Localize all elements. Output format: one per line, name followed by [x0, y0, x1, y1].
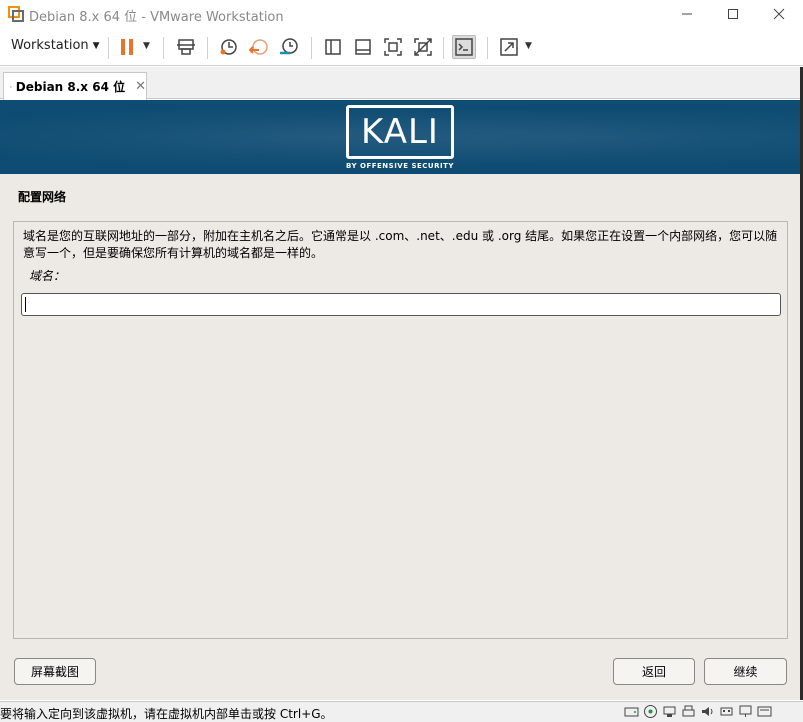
view-thumbnail-icon	[355, 39, 371, 55]
snapshot-manager-icon	[280, 38, 298, 55]
toolbar-separator	[163, 37, 164, 59]
tab-label: Debian 8.x 64 位	[15, 80, 126, 94]
tab-debian-vm[interactable]: Debian 8.x 64 位 ✕	[3, 72, 147, 100]
revert-snapshot-icon	[249, 39, 268, 55]
view-sidebar-button[interactable]	[321, 35, 345, 59]
snapshot-manager-button[interactable]	[277, 35, 301, 59]
close-tab-icon[interactable]: ✕	[135, 79, 146, 94]
kali-logo: KALI	[346, 105, 454, 159]
unity-button[interactable]	[411, 35, 435, 59]
revert-snapshot-button[interactable]	[247, 35, 271, 59]
network-adapter-icon[interactable]	[662, 704, 677, 719]
stretch-dropdown-icon[interactable]: ▼	[525, 41, 532, 51]
view-sidebar-icon	[325, 39, 341, 55]
status-message: 要将输入定向到该虚拟机，请在虚拟机内部单击或按 Ctrl+G。	[0, 707, 333, 721]
device-icons	[624, 704, 772, 719]
kali-logo-text: KALI	[361, 112, 439, 152]
vm-icon	[10, 85, 12, 88]
toolbar-separator	[311, 37, 312, 59]
kali-banner: KALI BY OFFENSIVE SECURITY	[0, 100, 800, 174]
unity-icon	[414, 38, 432, 56]
cd-rom-icon[interactable]	[643, 704, 658, 719]
snapshot-icon	[220, 39, 237, 55]
maximize-button[interactable]	[710, 0, 756, 28]
chevron-down-icon: ▼	[92, 41, 100, 51]
description-text: 域名是您的互联网地址的一部分，附加在主机名之后。它通常是以 .com、.net、…	[23, 229, 778, 260]
back-button[interactable]: 返回	[613, 658, 695, 685]
close-window-button[interactable]	[756, 0, 802, 28]
hard-disk-icon[interactable]	[624, 704, 639, 719]
fullscreen-button[interactable]	[381, 35, 405, 59]
continue-button[interactable]: 继续	[704, 658, 787, 685]
screenshot-button[interactable]: 屏幕截图	[14, 658, 96, 685]
send-ctrl-alt-del-icon	[177, 39, 195, 55]
vmware-logo-icon	[8, 6, 24, 22]
status-bar: 要将输入定向到该虚拟机，请在虚拟机内部单击或按 Ctrl+G。	[0, 701, 803, 722]
section-title: 配置网络	[18, 190, 67, 204]
send-ctrl-alt-del-button[interactable]	[174, 35, 198, 59]
toolbar-separator	[108, 37, 109, 59]
minimize-icon	[682, 13, 692, 15]
snapshot-button[interactable]	[217, 35, 241, 59]
display-icon[interactable]	[738, 704, 753, 719]
pause-button[interactable]	[115, 35, 139, 59]
vm-console[interactable]: KALI BY OFFENSIVE SECURITY 配置网络 域名是您的互联网…	[0, 100, 800, 700]
usb-icon[interactable]	[719, 704, 734, 719]
stretch-button[interactable]	[497, 35, 521, 59]
workstation-menu-label: Workstation	[11, 38, 89, 53]
stretch-icon	[500, 38, 518, 56]
kali-logo-subtitle: BY OFFENSIVE SECURITY	[346, 162, 454, 170]
console-icon	[455, 38, 473, 56]
toolbar-separator	[443, 37, 444, 59]
pause-icon	[121, 39, 133, 55]
minimize-button[interactable]	[664, 0, 710, 28]
toolbar: Workstation ▼ ▼ ▼	[0, 28, 803, 66]
view-thumbnail-button[interactable]	[351, 35, 375, 59]
window-title: Debian 8.x 64 位 - VMware Workstation	[29, 10, 284, 25]
content-panel: 域名是您的互联网地址的一部分，附加在主机名之后。它通常是以 .com、.net、…	[13, 221, 788, 639]
text-cursor	[25, 297, 26, 312]
close-icon	[773, 8, 785, 20]
title-bar: Debian 8.x 64 位 - VMware Workstation	[0, 0, 803, 28]
printer-icon[interactable]	[681, 704, 696, 719]
toolbar-separator	[207, 37, 208, 59]
maximize-icon	[728, 9, 738, 19]
domain-input[interactable]	[21, 293, 781, 316]
message-log-icon[interactable]	[757, 704, 772, 719]
toolbar-separator	[487, 37, 488, 59]
domain-field-label: 域名：	[29, 269, 66, 283]
workstation-menu[interactable]: Workstation ▼	[11, 38, 100, 53]
sound-card-icon[interactable]	[700, 704, 715, 719]
pause-dropdown-icon[interactable]: ▼	[143, 41, 150, 51]
fullscreen-icon	[384, 38, 402, 56]
tab-strip: Debian 8.x 64 位 ✕	[0, 67, 803, 100]
console-view-button[interactable]	[452, 35, 476, 59]
